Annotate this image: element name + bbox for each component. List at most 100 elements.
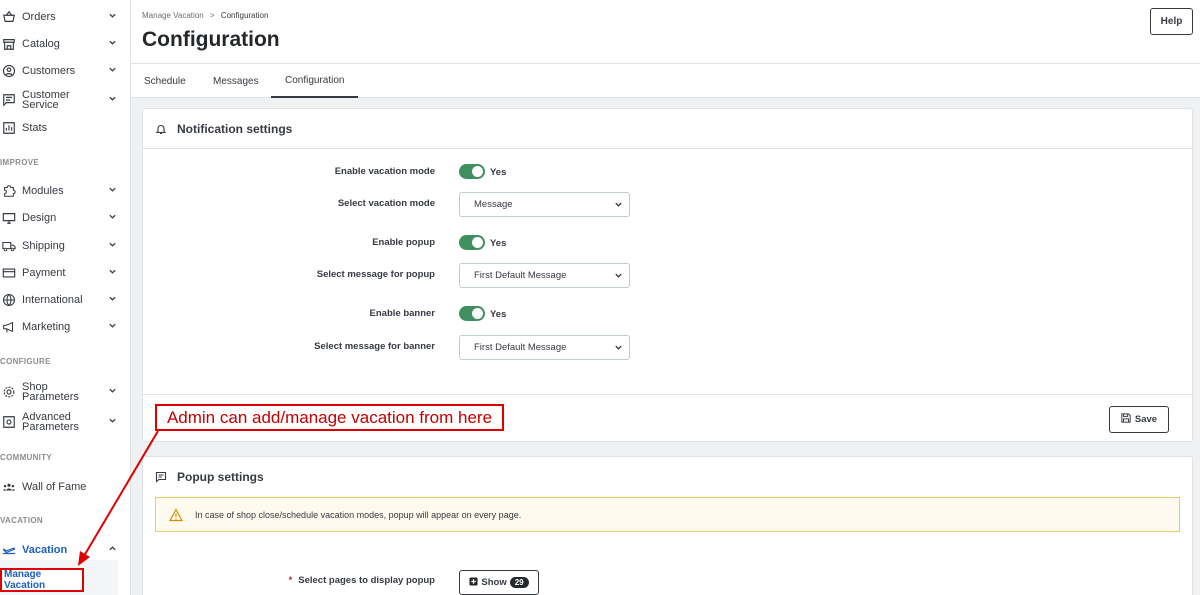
sidebar-item-label: Modules: [22, 185, 64, 197]
message-icon: [155, 471, 167, 483]
enable-banner-label: Enable banner: [369, 308, 435, 319]
sidebar-item-label: Catalog: [22, 38, 60, 50]
card-footer-divider: [143, 394, 1192, 395]
sidebar-item-shipping[interactable]: Shipping: [0, 239, 118, 253]
plus-square-icon: [469, 576, 478, 589]
chevron-down-icon: [106, 240, 118, 252]
save-icon: [1121, 413, 1131, 426]
truck-icon: [2, 239, 16, 253]
count-badge: 29: [509, 577, 529, 588]
help-button[interactable]: Help: [1150, 8, 1193, 35]
sidebar-item-customers[interactable]: Customers: [0, 64, 118, 78]
tab-configuration[interactable]: Configuration: [271, 64, 359, 98]
sidebar-item-orders[interactable]: Orders: [0, 10, 118, 24]
chevron-up-icon: [106, 544, 118, 556]
sidebar-item-wall-of-fame[interactable]: Wall of Fame: [0, 480, 118, 494]
page-header: Manage Vacation > Configuration Configur…: [131, 0, 1200, 64]
annotation-callout: Admin can add/manage vacation from here: [155, 404, 504, 431]
chevron-down-icon: [106, 65, 118, 77]
enable-vacation-toggle[interactable]: [459, 164, 485, 179]
card-title: Popup settings: [177, 470, 264, 484]
banner-message-label: Select message for banner: [314, 341, 435, 352]
sidebar-item-catalog[interactable]: Catalog: [0, 37, 118, 51]
section-vacation: VACATION: [0, 516, 43, 525]
breadcrumb-parent[interactable]: Manage Vacation: [142, 11, 204, 20]
chat-icon: [2, 93, 16, 107]
sidebar-item-customer-service[interactable]: Customer Service: [0, 89, 118, 111]
warning-icon: [169, 507, 183, 522]
sidebar-item-label: Vacation: [22, 544, 68, 556]
sidebar-item-label: Payment: [22, 267, 66, 279]
sidebar-item-label: Stats: [22, 122, 48, 134]
chevron-down-icon: [106, 321, 118, 333]
monitor-icon: [2, 211, 16, 225]
chevron-down-icon: [106, 11, 118, 23]
megaphone-icon: [2, 320, 16, 334]
required-asterisk: *: [288, 575, 293, 586]
save-button[interactable]: Save: [1109, 406, 1169, 433]
page-title: Configuration: [142, 28, 280, 51]
sidebar-item-international[interactable]: International: [0, 293, 118, 307]
tab-schedule[interactable]: Schedule: [144, 64, 186, 98]
sidebar-item-shop-parameters[interactable]: Shop Parameters: [0, 381, 118, 403]
bell-icon: [155, 123, 167, 135]
enable-banner-toggle[interactable]: [459, 306, 485, 321]
sidebar-item-advanced-parameters[interactable]: Advanced Parameters: [0, 411, 118, 433]
sidebar-item-design[interactable]: Design: [0, 211, 118, 225]
select-pages-label: * Select pages to display popup: [139, 575, 435, 586]
breadcrumb: Manage Vacation > Configuration: [142, 11, 268, 20]
basket-icon: [2, 10, 16, 24]
plane-icon: [2, 543, 16, 557]
card-header: Popup settings: [143, 457, 1192, 497]
settings-box-icon: [2, 415, 16, 429]
enable-popup-toggle[interactable]: [459, 235, 485, 250]
select-value: First Default Message: [474, 342, 567, 353]
chevron-down-icon: [106, 294, 118, 306]
chevron-down-icon: [614, 343, 623, 352]
chevron-down-icon: [106, 416, 118, 428]
chevron-down-icon: [106, 212, 118, 224]
sidebar-item-stats[interactable]: Stats: [0, 121, 118, 135]
show-label: Show: [481, 577, 507, 588]
globe-icon: [2, 293, 16, 307]
select-value: Message: [474, 199, 513, 210]
card-title: Notification settings: [177, 121, 293, 136]
alert-text: In case of shop close/schedule vacation …: [195, 509, 522, 520]
sidebar-item-label: Shop Parameters: [22, 381, 79, 403]
sidebar-item-label: Advanced Parameters: [22, 411, 79, 433]
notification-settings-card: Notification settings Enable vacation mo…: [142, 108, 1193, 442]
puzzle-icon: [2, 184, 16, 198]
banner-message-select[interactable]: First Default Message: [459, 335, 630, 360]
popup-message-select[interactable]: First Default Message: [459, 263, 630, 288]
tabs-bar: Schedule Messages Configuration: [131, 64, 1200, 98]
sidebar-item-label: Orders: [22, 11, 56, 23]
bar-chart-icon: [2, 121, 16, 135]
chevron-down-icon: [106, 94, 118, 106]
chevron-down-icon: [614, 271, 623, 280]
vacation-mode-select[interactable]: Message: [459, 192, 630, 217]
sidebar-item-payment[interactable]: Payment: [0, 266, 118, 280]
popup-message-label: Select message for popup: [316, 269, 435, 280]
sidebar-subitem-manage-vacation[interactable]: Manage Vacation: [0, 568, 84, 592]
enable-popup-label: Enable popup: [372, 237, 435, 248]
chevron-down-icon: [106, 386, 118, 398]
store-icon: [2, 37, 16, 51]
section-improve: IMPROVE: [0, 158, 39, 167]
chevron-down-icon: [106, 267, 118, 279]
sidebar-item-label: Customers: [22, 65, 76, 77]
tab-messages[interactable]: Messages: [213, 64, 259, 98]
enable-banner-value: Yes: [490, 309, 507, 320]
sidebar-item-label: Customer Service: [22, 89, 70, 111]
sidebar-item-marketing[interactable]: Marketing: [0, 320, 118, 334]
sidebar-item-modules[interactable]: Modules: [0, 184, 118, 198]
show-pages-button[interactable]: Show 29: [459, 570, 539, 595]
group-icon: [2, 480, 16, 494]
sidebar-item-vacation[interactable]: Vacation: [0, 543, 118, 557]
section-configure: CONFIGURE: [0, 357, 51, 366]
chevron-down-icon: [614, 200, 623, 209]
user-circle-icon: [2, 64, 16, 78]
sidebar-item-label: Design: [22, 212, 57, 224]
sidebar-item-label: Marketing: [22, 321, 71, 333]
select-pages-text: Select pages to display popup: [298, 575, 435, 586]
credit-card-icon: [2, 266, 16, 280]
